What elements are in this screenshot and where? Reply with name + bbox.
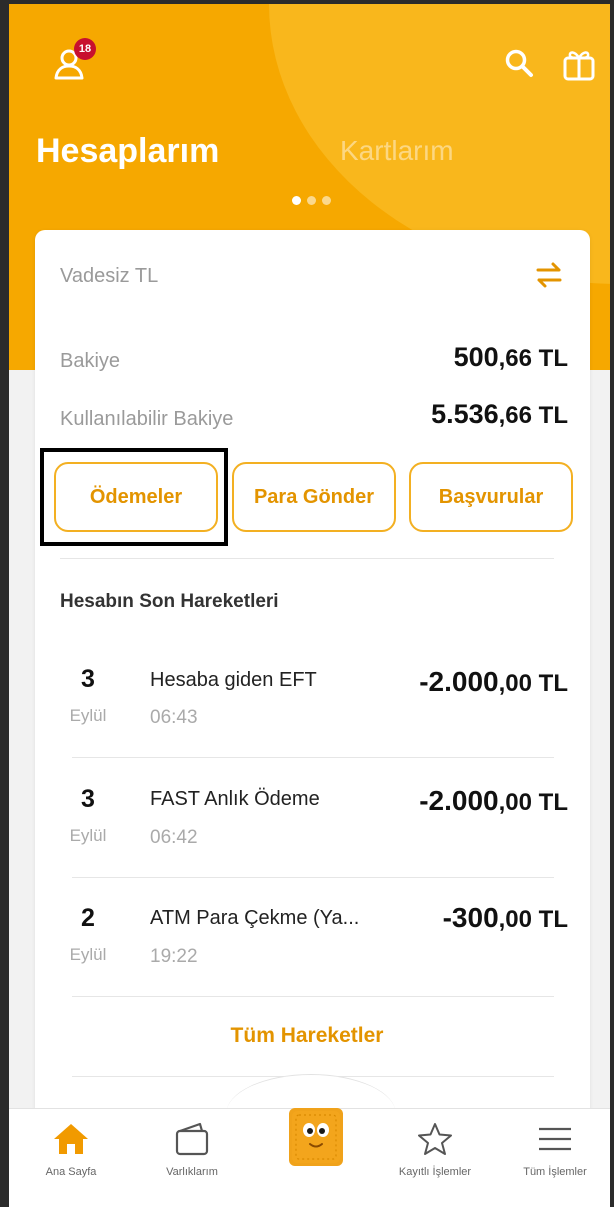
- transaction-amount-decimal: ,00 TL: [498, 789, 568, 816]
- available-balance-integer: 5.536: [431, 399, 499, 429]
- page-dot-2: [307, 196, 316, 205]
- balance-integer: 500: [453, 342, 499, 372]
- nav-item-home[interactable]: Ana Sayfa: [16, 1122, 126, 1178]
- nav-label-assets: Varlıklarım: [166, 1166, 218, 1178]
- transaction-time: 06:42: [150, 827, 198, 848]
- transaction-time: 19:22: [150, 946, 198, 967]
- transaction-description: FAST Anlık Ödeme: [150, 788, 320, 810]
- account-name: Vadesiz TL: [60, 265, 159, 287]
- transaction-day: 3: [81, 785, 95, 813]
- nav-item-saved-transactions[interactable]: Kayıtlı İşlemler: [380, 1122, 490, 1178]
- transaction-month: Eylül: [69, 945, 107, 964]
- divider: [72, 996, 554, 997]
- star-icon: [418, 1123, 452, 1155]
- tab-accounts[interactable]: Hesaplarım: [36, 132, 219, 171]
- wallet-icon: [175, 1122, 209, 1156]
- page-dot-1: [292, 196, 301, 205]
- transaction-amount: -2.000,00 TL: [419, 785, 568, 817]
- menu-icon: [539, 1127, 571, 1151]
- transaction-day: 2: [81, 904, 95, 932]
- tab-cards[interactable]: Kartlarım: [340, 135, 454, 167]
- available-balance-label: Kullanılabilir Bakiye: [60, 408, 234, 430]
- swap-arrows-icon: [536, 262, 562, 288]
- transaction-month: Eylül: [69, 706, 107, 725]
- transaction-amount: -2.000,00 TL: [419, 666, 568, 698]
- notification-badge: 18: [74, 38, 96, 60]
- screen-border-top: [0, 0, 614, 4]
- transaction-description: Hesaba giden EFT: [150, 669, 317, 691]
- transaction-amount-decimal: ,00 TL: [498, 670, 568, 697]
- transaction-amount-integer: -300: [442, 902, 499, 933]
- available-balance-decimal: ,66 TL: [498, 402, 568, 429]
- transaction-amount-integer: -2.000: [419, 666, 499, 697]
- search-button[interactable]: [500, 44, 538, 82]
- transaction-description: ATM Para Çekme (Ya...: [150, 907, 360, 929]
- nav-item-assets[interactable]: Varlıklarım: [137, 1122, 247, 1178]
- mascot-icon: [292, 1111, 340, 1163]
- nav-item-all-transactions[interactable]: Tüm İşlemler: [500, 1122, 610, 1178]
- gift-button[interactable]: [558, 44, 600, 84]
- search-icon: [505, 49, 533, 77]
- switch-account-button[interactable]: [534, 260, 564, 295]
- all-transactions-link[interactable]: Tüm Hareketler: [0, 1024, 614, 1048]
- mascot-button[interactable]: [289, 1108, 343, 1166]
- transaction-amount: -300,00 TL: [443, 902, 568, 934]
- transaction-time: 06:43: [150, 707, 198, 728]
- gift-icon: [563, 51, 595, 81]
- transaction-month: Eylül: [69, 826, 107, 845]
- nav-label-home: Ana Sayfa: [45, 1166, 97, 1178]
- transaction-amount-decimal: ,00 TL: [498, 906, 568, 933]
- divider: [72, 877, 554, 878]
- home-icon: [54, 1124, 88, 1154]
- send-money-button[interactable]: Para Gönder: [232, 462, 396, 532]
- page-dot-3: [322, 196, 331, 205]
- divider: [60, 558, 554, 559]
- highlight-box: [40, 448, 228, 546]
- balance-amount: 500,66 TL: [454, 342, 568, 373]
- divider: [72, 757, 554, 758]
- screen-border-right: [610, 0, 614, 1207]
- balance-label: Bakiye: [60, 350, 121, 372]
- balance-decimal: ,66 TL: [498, 345, 568, 372]
- available-balance-amount: 5.536,66 TL: [431, 399, 568, 430]
- applications-button[interactable]: Başvurular: [409, 462, 573, 532]
- nav-label-saved-transactions: Kayıtlı İşlemler: [398, 1166, 472, 1178]
- nav-label-all-transactions: Tüm İşlemler: [523, 1166, 587, 1178]
- app-screen: 18 Hesaplarım Kartlarım Vadesiz TL Bakiy…: [0, 0, 614, 1207]
- recent-transactions-title: Hesabın Son Hareketleri: [60, 591, 279, 612]
- transaction-amount-integer: -2.000: [419, 785, 499, 816]
- transaction-day: 3: [81, 665, 95, 693]
- page-indicator: [292, 196, 331, 205]
- screen-border-left: [0, 0, 9, 1207]
